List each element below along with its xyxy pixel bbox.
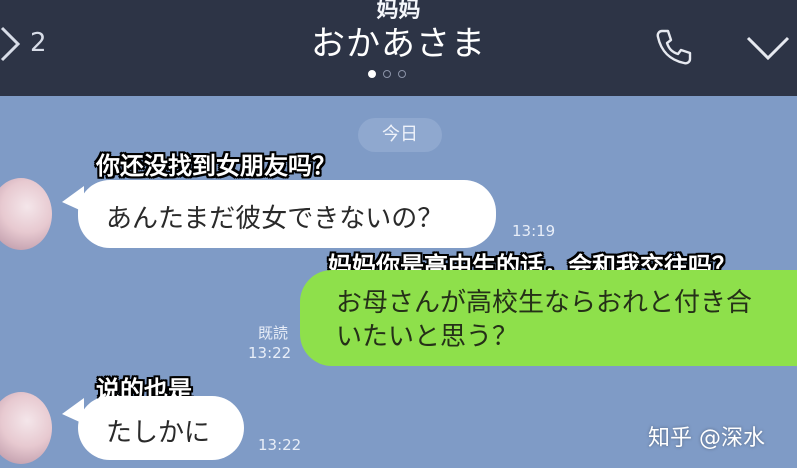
message-text: たしかに <box>106 418 211 448</box>
message-bubble-outgoing[interactable]: お母さんが高校生ならおれと付き合 いたいと思う？ <box>300 270 797 366</box>
chevron-down-icon[interactable] <box>744 34 792 62</box>
page-dot <box>398 70 406 78</box>
message-bubble-incoming[interactable]: たしかに <box>78 396 244 460</box>
message-time: 13:19 <box>512 222 556 240</box>
message-text-line: お母さんが高校生ならおれと付き合 <box>336 288 753 318</box>
date-separator: 今日 <box>358 118 442 152</box>
chat-header: 2 妈妈 おかあさま <box>0 0 797 96</box>
page-dot <box>383 70 391 78</box>
message-time: 13:22 <box>248 344 292 362</box>
avatar[interactable] <box>0 392 52 464</box>
message-time: 13:22 <box>258 436 302 454</box>
page-dot <box>368 70 376 78</box>
page-indicator <box>368 70 406 78</box>
watermark: 知乎 @深水 <box>648 426 765 451</box>
message-text: あんたまだ彼女できないの？ <box>106 204 444 234</box>
avatar[interactable] <box>0 178 52 250</box>
phone-icon[interactable] <box>652 26 694 68</box>
translation-caption: 你还没找到女朋友吗？ <box>96 152 336 180</box>
message-bubble-incoming[interactable]: あんたまだ彼女できないの？ <box>78 180 496 248</box>
message-text-line: いたいと思う？ <box>336 322 519 352</box>
read-receipt: 既読 <box>258 324 289 342</box>
